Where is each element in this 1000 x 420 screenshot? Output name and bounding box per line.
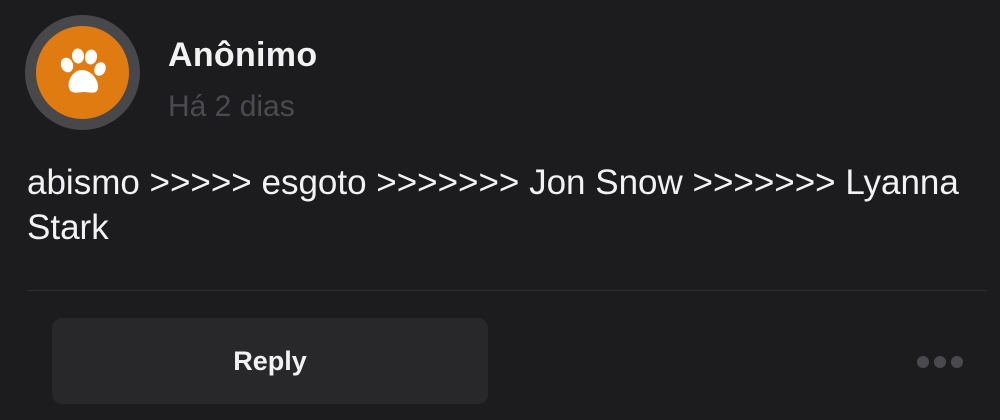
divider: [27, 290, 987, 291]
author-name: Anônimo: [168, 36, 318, 74]
more-options-button[interactable]: [912, 348, 968, 376]
avatar[interactable]: [25, 15, 140, 130]
paw-icon: [60, 48, 106, 93]
reply-button[interactable]: Reply: [52, 318, 488, 404]
post-body: abismo >>>>> esgoto >>>>>>> Jon Snow >>>…: [27, 163, 959, 247]
post-timestamp: Há 2 dias: [168, 90, 295, 123]
comment-post: Anônimo Há 2 dias abismo >>>>> esgoto >>…: [0, 0, 1000, 420]
more-horizontal-icon: [917, 356, 963, 368]
avatar-circle: [36, 26, 129, 119]
